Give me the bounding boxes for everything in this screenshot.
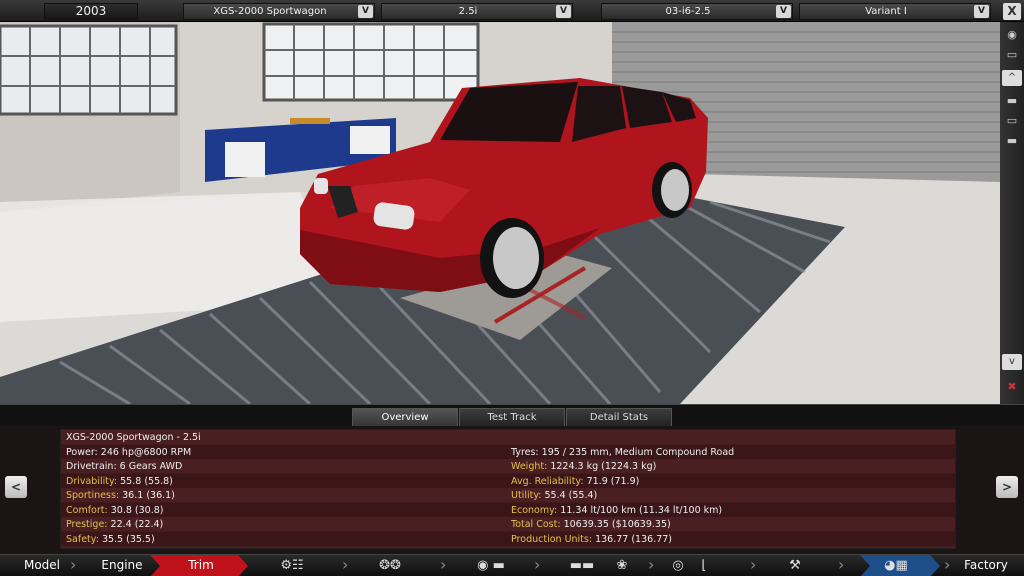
info-panel: < > XGS-2000 Sportwagon - 2.5i Power: 24… (0, 426, 1024, 554)
chevron-right-icon: › (534, 555, 541, 574)
view-sidebar: ◉ ▭ ^ ▬ ▭ ▬ v ✖ (1000, 22, 1024, 404)
chevron-down-icon[interactable]: V (556, 5, 571, 18)
power-stat: Power: 246 hp@6800 RPM (66, 446, 192, 458)
variant-dropdown[interactable]: Variant I V (799, 3, 991, 20)
car-front-icon[interactable]: ▭ (1003, 48, 1021, 62)
safety-stat: Safety: 35.5 (35.5) (66, 533, 155, 545)
comfort-stat: Comfort: 30.8 (30.8) (66, 504, 164, 516)
year-display: 2003 (44, 3, 138, 20)
chevron-right-icon: › (750, 555, 757, 574)
engine-label: 03-i6-2.5 (665, 6, 711, 17)
nav-engine[interactable]: Engine (94, 555, 150, 576)
chevron-right-icon: › (648, 555, 655, 574)
garage-scene (0, 22, 1000, 404)
chevron-right-icon: › (944, 555, 951, 574)
trim-dropdown[interactable]: 2.5i V (381, 3, 573, 20)
sportiness-stat: Sportiness: 36.1 (36.1) (66, 490, 175, 501)
gearbox-icon[interactable]: ⚙☷ (272, 557, 312, 575)
model-dropdown[interactable]: XGS-2000 Sportwagon V (183, 3, 375, 20)
window-right (262, 22, 480, 102)
reset-view-icon[interactable]: ✖ (1003, 380, 1021, 394)
car-name: XGS-2000 Sportwagon - 2.5i (66, 432, 201, 443)
fan-icon[interactable]: ❀ (612, 557, 632, 575)
scroll-down-button[interactable]: v (1002, 354, 1022, 370)
chevron-down-icon[interactable]: V (776, 5, 791, 18)
car-icon[interactable]: ▬▬ (552, 557, 612, 575)
drivetrain-stat: Drivetrain: 6 Gears AWD (66, 461, 183, 472)
body-icon[interactable]: ◉ ▬ (466, 557, 516, 575)
tab-overview[interactable]: Overview (352, 408, 458, 427)
utility-stat: Utility: 55.4 (55.4) (511, 490, 598, 501)
window-left (0, 24, 178, 116)
tools-icon[interactable]: ⚒ (780, 557, 810, 575)
car-rear-icon[interactable]: ▭ (1003, 114, 1021, 128)
model-label: XGS-2000 Sportwagon (213, 6, 327, 17)
total-cost-stat: Total Cost: 10639.35 ($10639.35) (511, 519, 671, 530)
stats-box: XGS-2000 Sportwagon - 2.5i Power: 246 hp… (60, 429, 956, 549)
chevron-down-icon[interactable]: V (974, 5, 989, 18)
tab-detail-stats[interactable]: Detail Stats (566, 408, 672, 427)
scroll-up-button[interactable]: ^ (1002, 70, 1022, 86)
camera-icon[interactable]: ◉ (1003, 28, 1021, 42)
engine-dropdown[interactable]: 03-i6-2.5 V (601, 3, 793, 20)
tyres-stat: Tyres: 195 / 235 mm, Medium Compound Roa… (511, 446, 735, 458)
next-button[interactable]: > (996, 476, 1018, 498)
close-button[interactable]: X (1003, 3, 1021, 20)
nav-factory[interactable]: Factory (956, 555, 1016, 576)
top-bar: 2003 XGS-2000 Sportwagon V 2.5i V 03-i6-… (0, 0, 1024, 22)
suspension-icon[interactable]: ❂❂ (370, 557, 410, 575)
weight-stat: Weight: 1224.3 kg (1224.3 kg) (511, 461, 657, 472)
production-units-stat: Production Units: 136.77 (136.77) (511, 533, 673, 545)
car-side-icon[interactable]: ▬ (1003, 94, 1021, 108)
drivability-stat: Drivability: 55.8 (55.8) (66, 475, 173, 487)
trim-label: 2.5i (458, 6, 478, 17)
prev-button[interactable]: < (5, 476, 27, 498)
car-top-icon[interactable]: ▬ (1003, 134, 1021, 148)
testdrive-icon[interactable]: ◕▦ (866, 557, 926, 575)
economy-stat: Economy: 11.34 lt/100 km (11.34 lt/100 k… (511, 504, 723, 516)
chevron-right-icon: › (70, 555, 77, 574)
tab-test-track[interactable]: Test Track (459, 408, 565, 427)
chevron-right-icon: › (838, 555, 845, 574)
chevron-down-icon[interactable]: V (358, 5, 373, 18)
info-tabs: Overview Test Track Detail Stats (0, 404, 1024, 427)
reliability-stat: Avg. Reliability: 71.9 (71.9) (511, 475, 640, 487)
chevron-right-icon: › (342, 555, 349, 574)
chevron-right-icon: › (440, 555, 447, 574)
prestige-stat: Prestige: 22.4 (22.4) (66, 519, 164, 530)
bottom-nav: Model › Engine Trim ⚙☷ › ❂❂ › ◉ ▬ › ▬▬ ❀… (0, 554, 1024, 576)
car-viewport[interactable] (0, 22, 1000, 404)
steering-icon[interactable]: ◎ (668, 557, 688, 575)
nav-model[interactable]: Model (14, 555, 70, 576)
seat-icon[interactable]: ⌊ (694, 557, 714, 575)
nav-trim[interactable]: Trim (166, 555, 236, 576)
variant-label: Variant I (865, 6, 907, 17)
